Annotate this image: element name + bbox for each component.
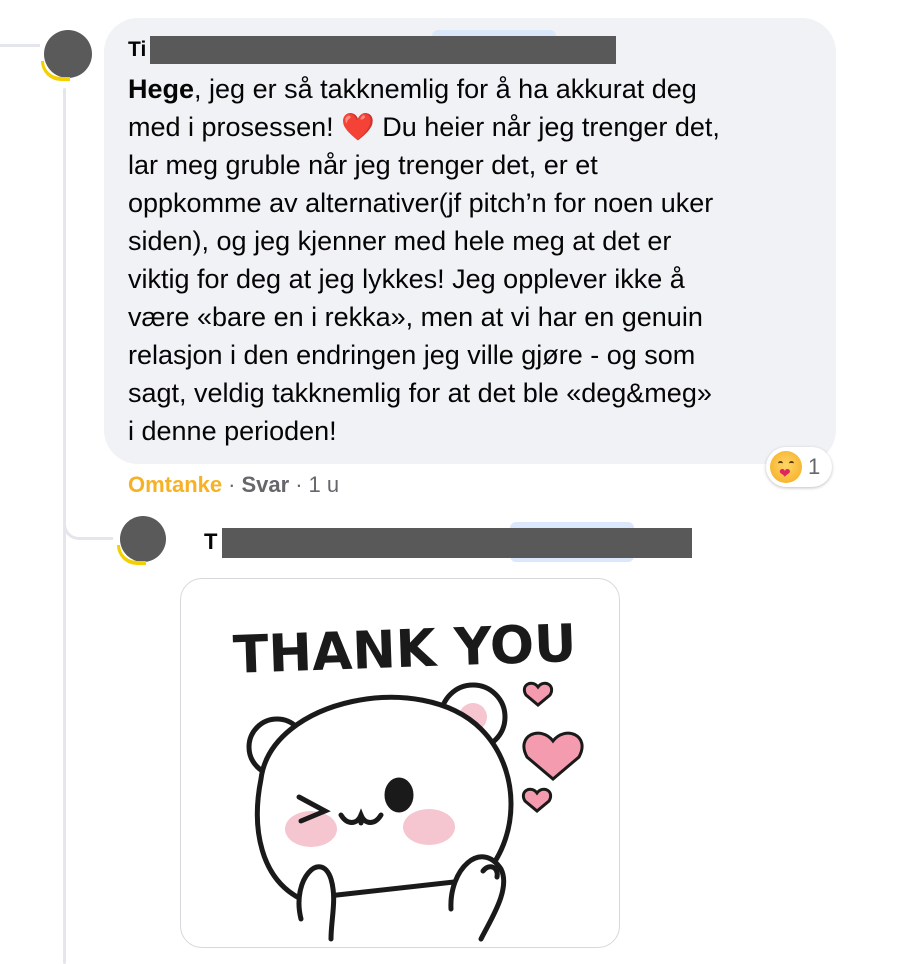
redacted-name	[150, 36, 616, 64]
care-reaction-button[interactable]: Omtanke	[128, 470, 222, 500]
bear-sticker-image: THANK YOU	[232, 614, 584, 942]
comment-text: Hege, jeg er så takknemlig for å ha akku…	[128, 74, 720, 446]
thread-connector	[0, 44, 40, 47]
reaction-count: 1	[808, 454, 821, 479]
separator: ·	[295, 472, 303, 497]
timestamp[interactable]: 1 u	[309, 470, 340, 500]
redacted-name	[222, 528, 692, 558]
heart-icon	[523, 681, 553, 707]
reply-avatar[interactable]	[117, 516, 166, 565]
author-name[interactable]: Ti	[128, 38, 146, 61]
heart-icon	[522, 787, 552, 813]
care-reaction-icon: ❤	[770, 451, 802, 483]
reply-button[interactable]: Svar	[241, 470, 289, 500]
heart-emoji-icon: ❤️	[341, 112, 375, 142]
reply-connector	[63, 470, 113, 540]
comment-actions: Omtanke · Svar · 1 u	[128, 470, 339, 500]
avatar[interactable]	[41, 30, 92, 81]
mention-link[interactable]: Hege	[128, 74, 194, 104]
reply-author-name[interactable]: T	[204, 528, 217, 556]
thank-you-sticker[interactable]: THANK YOU	[180, 578, 620, 948]
separator: ·	[228, 472, 236, 497]
reaction-summary[interactable]: ❤ 1	[766, 447, 832, 487]
sticker-caption: THANK YOU	[232, 614, 577, 686]
bear-illustration	[246, 682, 514, 942]
comment-bubble: Ti Hege, jeg er så takknemlig for å ha a…	[104, 18, 836, 464]
heart-icon	[522, 731, 584, 781]
comment-thread: Ti Hege, jeg er så takknemlig for å ha a…	[0, 0, 904, 964]
